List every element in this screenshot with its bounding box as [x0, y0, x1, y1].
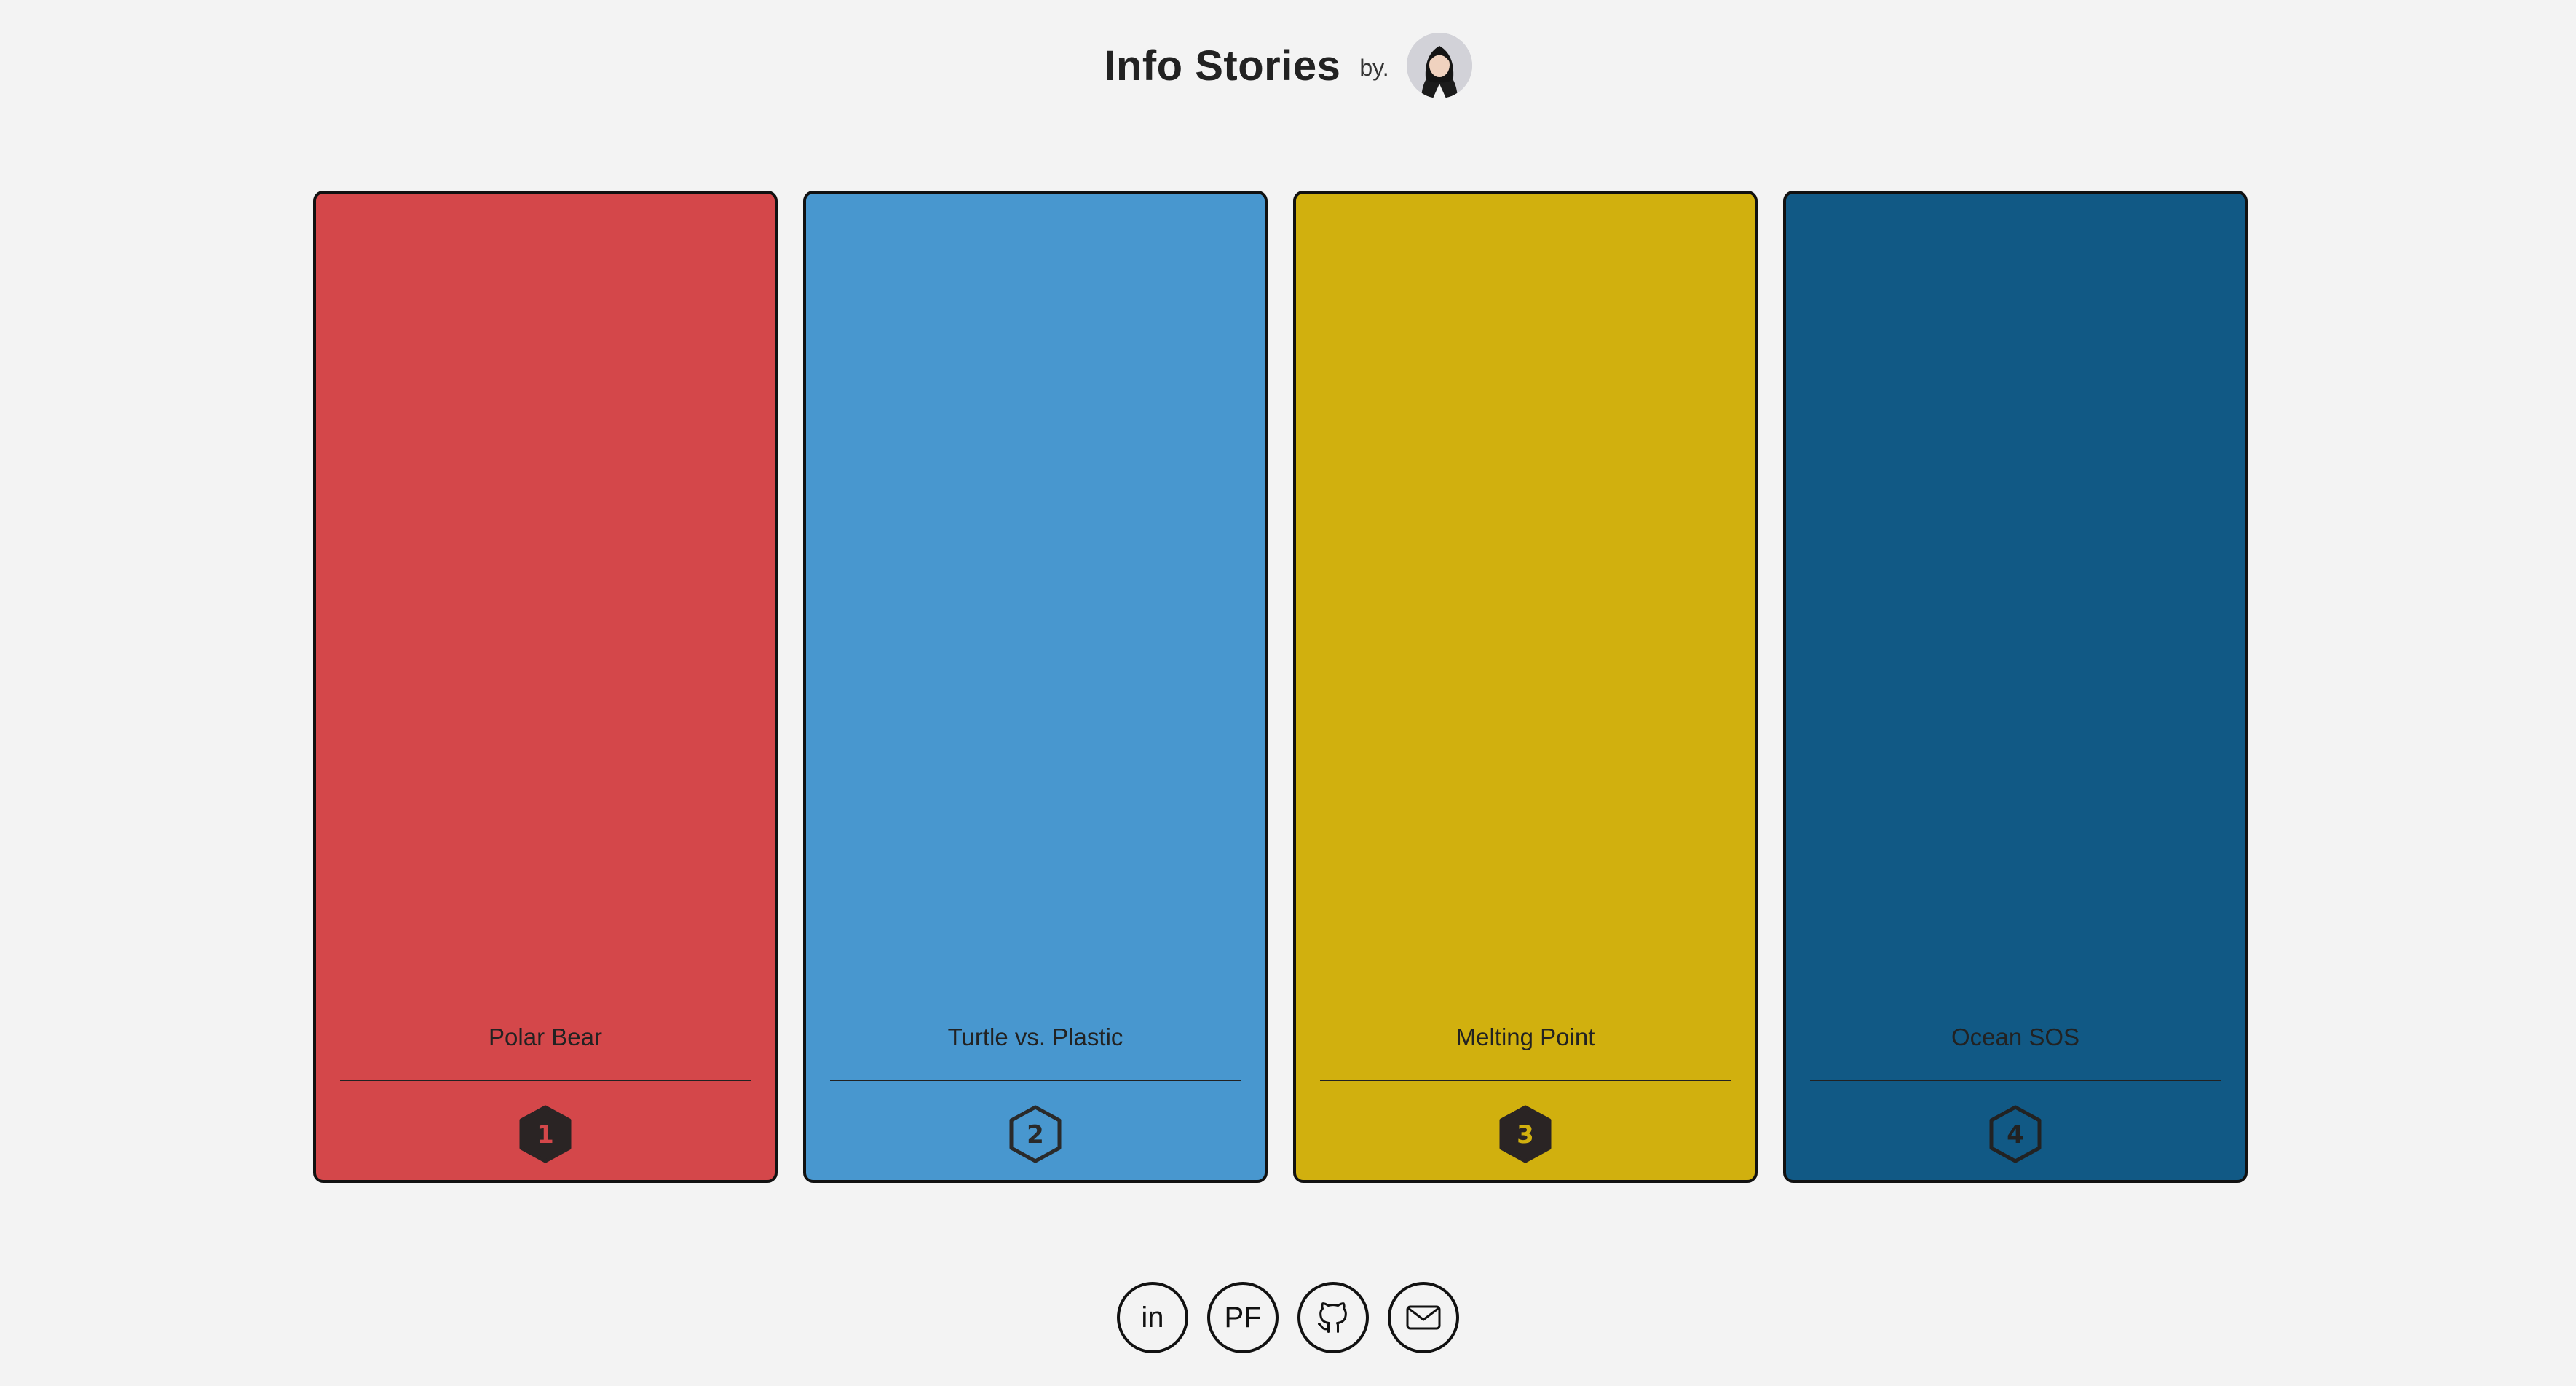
card-divider — [1320, 1080, 1731, 1081]
by-label: by. — [1359, 54, 1389, 81]
social-links: in PF — [0, 1282, 2576, 1353]
badge-number: 4 — [2007, 1120, 2024, 1149]
card-title: Polar Bear — [489, 1023, 602, 1050]
github-icon — [1317, 1302, 1347, 1334]
avatar[interactable] — [1406, 33, 1472, 98]
badge-number: 3 — [1517, 1120, 1534, 1149]
hexagon-number-3-icon: 3 — [1499, 1105, 1552, 1163]
badge-number: 1 — [537, 1120, 554, 1149]
portfolio-icon: PF — [1224, 1301, 1262, 1334]
card-divider — [1810, 1080, 2221, 1081]
card-divider — [340, 1080, 751, 1081]
mail-icon — [1406, 1305, 1441, 1330]
linkedin-icon: in — [1141, 1301, 1164, 1334]
hexagon-number-1-icon: 1 — [519, 1105, 572, 1163]
hexagon-number-4-icon: 4 — [1989, 1105, 2042, 1163]
page-title: Info Stories — [1104, 41, 1341, 90]
card-title: Melting Point — [1455, 1023, 1595, 1050]
story-card-polar-bear[interactable]: Polar Bear 1 — [313, 191, 778, 1183]
card-title: Ocean SOS — [1951, 1023, 2080, 1050]
story-card-ocean-sos[interactable]: Ocean SOS 4 — [1783, 191, 2248, 1183]
email-button[interactable] — [1388, 1282, 1459, 1353]
avatar-portrait-icon — [1406, 33, 1472, 98]
story-card-melting-point[interactable]: Melting Point 3 — [1293, 191, 1758, 1183]
hexagon-number-2-icon: 2 — [1009, 1105, 1062, 1163]
github-button[interactable] — [1297, 1282, 1369, 1353]
story-card-list: Polar Bear 1 Turtle vs. Plastic 2 Meltin… — [313, 191, 2248, 1183]
page-header: Info Stories by. — [0, 22, 2576, 109]
badge-number: 2 — [1027, 1120, 1044, 1149]
card-title: Turtle vs. Plastic — [947, 1023, 1123, 1050]
linkedin-button[interactable]: in — [1117, 1282, 1188, 1353]
portfolio-button[interactable]: PF — [1207, 1282, 1279, 1353]
card-divider — [830, 1080, 1241, 1081]
story-card-turtle-vs-plastic[interactable]: Turtle vs. Plastic 2 — [803, 191, 1268, 1183]
